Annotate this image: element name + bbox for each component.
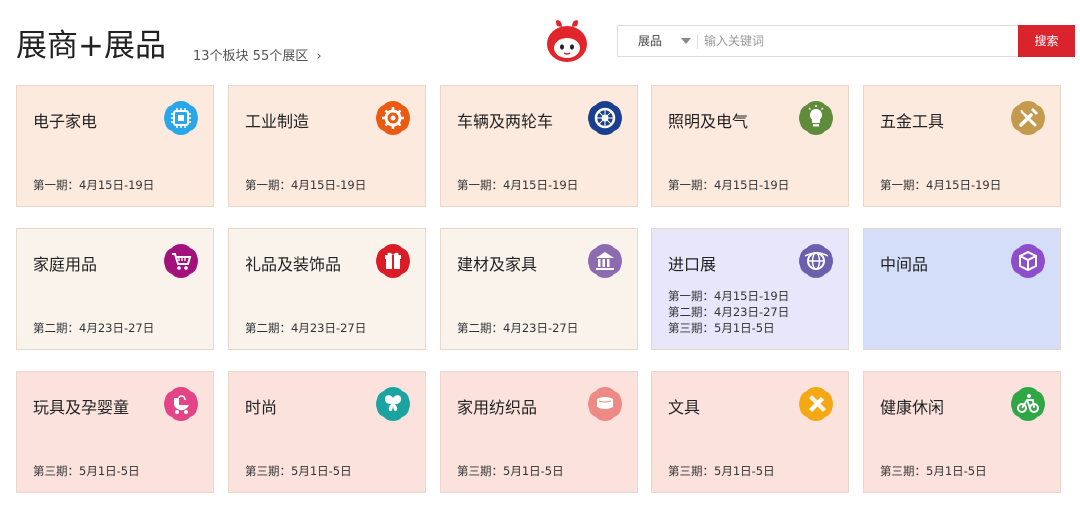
section-date-line: 第一期：4月15日-19日	[668, 178, 790, 192]
section-dates: 第一期：4月15日-19日	[457, 177, 578, 193]
section-date-line: 第一期：4月15日-19日	[880, 178, 1002, 192]
section-name: 家用纺织品	[457, 398, 538, 417]
section-date-line: 第三期：5月1日-5日	[457, 464, 564, 478]
section-date-line: 第二期：4月23日-27日	[33, 321, 155, 335]
section-card[interactable]: 照明及电气第一期：4月15日-19日	[651, 85, 849, 207]
section-name: 家庭用品	[33, 255, 98, 274]
section-name: 车辆及两轮车	[457, 112, 554, 131]
section-dates: 第一期：4月15日-19日 第二期：4月23日-27日 第三期：5月1日-5日	[668, 288, 789, 336]
gift-icon	[375, 243, 411, 279]
section-dates: 第一期：4月15日-19日	[880, 177, 1001, 193]
section-dates: 第二期：4月23日-27日	[245, 320, 366, 336]
section-card[interactable]: 时尚第三期：5月1日-5日	[228, 371, 426, 493]
section-dates: 第三期：5月1日-5日	[457, 463, 564, 479]
section-name: 时尚	[245, 398, 278, 417]
box-icon	[1010, 243, 1046, 279]
section-name: 工业制造	[245, 112, 310, 131]
section-dates: 第一期：4月15日-19日	[245, 177, 366, 193]
wheel-icon	[587, 100, 623, 136]
section-date-line: 第一期：4月15日-19日	[668, 289, 790, 303]
section-name: 礼品及装饰品	[245, 255, 342, 274]
chevron-right-icon: ›	[316, 49, 322, 64]
section-card[interactable]: 玩具及孕婴童第三期：5月1日-5日	[16, 371, 214, 493]
search-divider	[697, 34, 698, 49]
section-card[interactable]: 五金工具第一期：4月15日-19日	[863, 85, 1061, 207]
caret-down-icon	[681, 38, 691, 44]
bulb-icon	[798, 100, 834, 136]
section-card[interactable]: 健康休闲第三期：5月1日-5日	[863, 371, 1061, 493]
bicycle-icon	[1010, 386, 1046, 422]
page-title: 展商+展品	[16, 28, 166, 64]
section-card[interactable]: 电子家电第一期：4月15日-19日	[16, 85, 214, 207]
section-dates: 第三期：5月1日-5日	[245, 463, 352, 479]
section-card[interactable]: 家用纺织品第三期：5月1日-5日	[440, 371, 638, 493]
section-card[interactable]: 礼品及装饰品第二期：4月23日-27日	[228, 228, 426, 350]
section-card[interactable]: 建材及家具第二期：4月23日-27日	[440, 228, 638, 350]
section-date-line: 第二期：4月23日-27日	[668, 305, 790, 319]
section-date-line: 第三期：5月1日-5日	[880, 464, 987, 478]
chip-icon	[163, 100, 199, 136]
section-date-line: 第三期：5月1日-5日	[668, 321, 775, 335]
search-bar: 展品 搜索	[617, 25, 1075, 57]
section-name: 文具	[668, 398, 701, 417]
section-dates: 第二期：4月23日-27日	[33, 320, 154, 336]
section-dates: 第一期：4月15日-19日	[668, 177, 789, 193]
search-category-select[interactable]: 展品	[618, 26, 698, 56]
section-date-line: 第三期：5月1日-5日	[245, 464, 352, 478]
cart-icon	[163, 243, 199, 279]
section-card[interactable]: 工业制造第一期：4月15日-19日	[228, 85, 426, 207]
section-card[interactable]: 文具第三期：5月1日-5日	[651, 371, 849, 493]
section-date-line: 第一期：4月15日-19日	[245, 178, 367, 192]
sections-summary-text: 13个板块 55个展区	[193, 49, 309, 64]
page-header: 展商+展品 13个板块 55个展区 › 展品 搜索	[0, 0, 1080, 80]
section-dates: 第三期：5月1日-5日	[668, 463, 775, 479]
section-name: 中间品	[880, 255, 929, 274]
search-category-label: 展品	[638, 34, 663, 48]
sections-grid: 电子家电 第一期：4月15日-19日 工业制造 第一期：4月15日-19日 车辆及两轮车…	[16, 85, 1061, 493]
section-date-line: 第三期：5月1日-5日	[668, 464, 775, 478]
section-date-line: 第一期：4月15日-19日	[33, 178, 155, 192]
section-name: 进口展	[668, 255, 717, 274]
section-name: 电子家电	[33, 112, 98, 131]
section-card[interactable]: 进口展第一期：4月15日-19日 第二期：4月23日-27日 第三期：5月1日-5日	[651, 228, 849, 350]
section-name: 照明及电气	[668, 112, 749, 131]
section-date-line: 第二期：4月23日-27日	[245, 321, 367, 335]
red-mascot-icon	[547, 20, 587, 62]
section-dates: 第三期：5月1日-5日	[33, 463, 140, 479]
section-date-line: 第三期：5月1日-5日	[33, 464, 140, 478]
section-dates: 第三期：5月1日-5日	[880, 463, 987, 479]
globe-icon	[798, 243, 834, 279]
section-card[interactable]: 车辆及两轮车第一期：4月15日-19日	[440, 85, 638, 207]
tools-icon	[1010, 100, 1046, 136]
section-card[interactable]: 家庭用品第二期：4月23日-27日	[16, 228, 214, 350]
section-name: 五金工具	[880, 112, 945, 131]
section-name: 玩具及孕婴童	[33, 398, 130, 417]
stroller-icon	[163, 386, 199, 422]
sections-summary-link[interactable]: 13个板块 55个展区 ›	[193, 45, 322, 64]
building-icon	[587, 243, 623, 279]
gear-icon	[375, 100, 411, 136]
section-dates: 第一期：4月15日-19日	[33, 177, 154, 193]
section-date-line: 第一期：4月15日-19日	[457, 178, 579, 192]
butterfly-icon	[375, 386, 411, 422]
section-date-line: 第二期：4月23日-27日	[457, 321, 579, 335]
section-name: 健康休闲	[880, 398, 945, 417]
section-card[interactable]: 中间品	[863, 228, 1061, 350]
search-input[interactable]	[704, 26, 1014, 56]
search-button[interactable]: 搜索	[1018, 25, 1075, 57]
section-name: 建材及家具	[457, 255, 538, 274]
pencil-ruler-icon	[798, 386, 834, 422]
section-dates: 第二期：4月23日-27日	[457, 320, 578, 336]
pillow-icon	[587, 386, 623, 422]
